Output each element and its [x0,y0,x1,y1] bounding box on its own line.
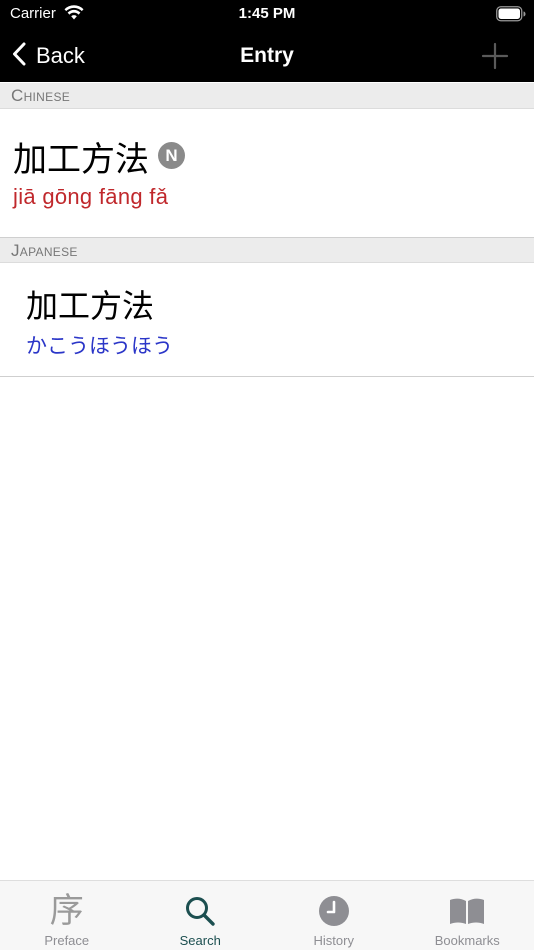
chinese-entry: 加工方法 N jiā gōng fāng fǎ [0,110,534,236]
clock-icon [314,893,354,929]
japanese-entry: 加工方法 かこうほうほう [0,264,534,377]
tab-label-history: History [313,933,354,948]
section-header-chinese: Chinese [0,83,534,109]
page-title: Entry [240,44,294,67]
plus-icon [481,42,509,70]
tab-search[interactable]: Search [134,881,268,950]
tab-bar: 序 Preface Search History Bookmarks [0,880,534,950]
search-icon [180,893,220,929]
japanese-headword: 加工方法 [26,287,155,325]
navigation-bar: Back Entry [0,30,534,82]
status-bar: Carrier 1:45 PM [0,0,534,30]
tab-label-search: Search [179,933,221,948]
tab-label-bookmarks: Bookmarks [434,933,500,948]
pinyin-reading: jiā gōng fāng fǎ [13,184,169,209]
battery-icon [496,6,526,27]
preface-glyph-icon: 序 [49,891,84,931]
chinese-headword: 加工方法 [13,140,149,180]
tab-history[interactable]: History [267,881,401,950]
noun-badge: N [158,142,185,169]
tab-bookmarks[interactable]: Bookmarks [401,881,534,950]
kana-reading: かこうほうほう [26,334,173,358]
add-button[interactable] [480,41,510,71]
entry-screen: Carrier 1:45 PM Back Entry Chinese 加工方法 … [0,0,534,950]
section-header-japanese: Japanese [0,237,534,263]
tab-label-preface: Preface [44,933,90,948]
tab-preface[interactable]: 序 Preface [0,881,134,950]
book-icon [447,893,487,929]
clock-time: 1:45 PM [238,5,296,22]
